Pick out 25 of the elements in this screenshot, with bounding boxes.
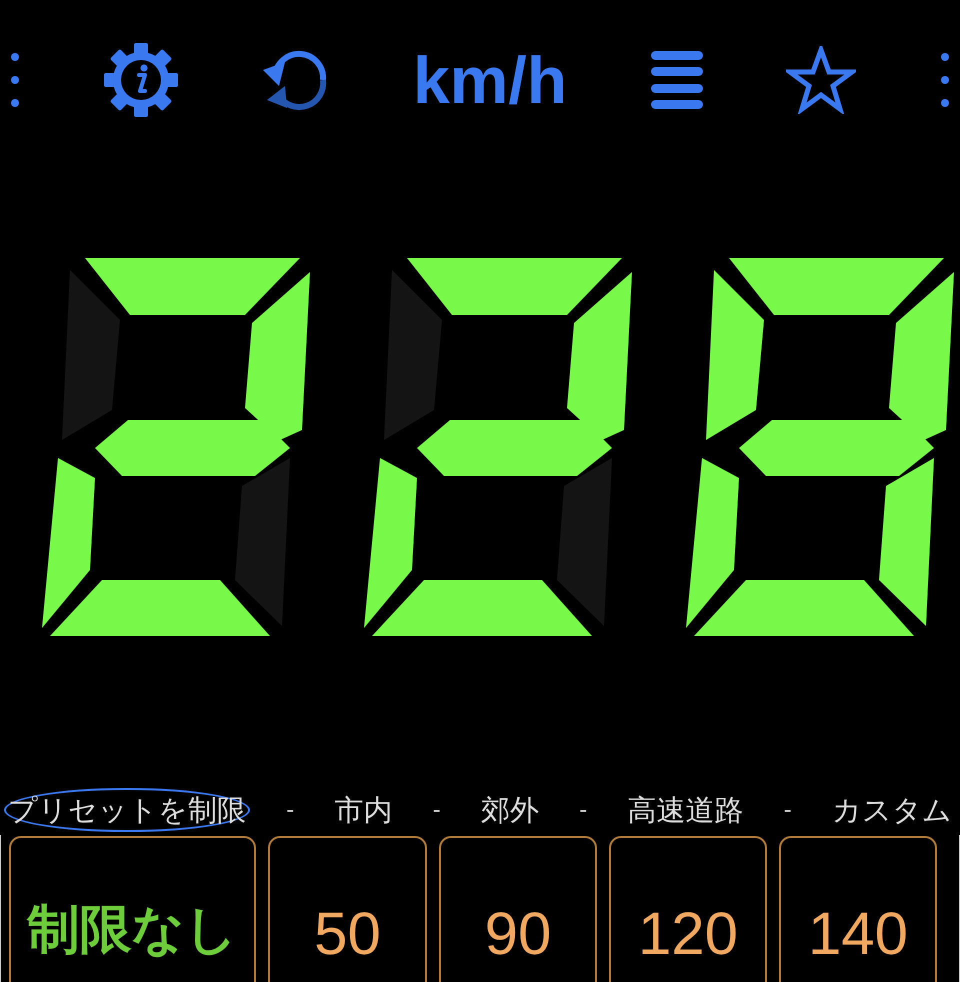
limit-value: 90: [484, 900, 552, 967]
unit-label[interactable]: km/h: [412, 47, 568, 113]
speed-limit-card[interactable]: 140: [779, 836, 937, 982]
menu-icon[interactable]: [650, 51, 703, 109]
speed-limit-card[interactable]: 90: [439, 836, 597, 982]
preset-tab[interactable]: 高速道路: [623, 788, 748, 832]
limit-value: 50: [314, 900, 381, 967]
speed-limit-card[interactable]: 制限なし: [9, 836, 256, 982]
preset-tab[interactable]: プリセットを制限: [4, 788, 250, 832]
tab-separator: -: [784, 796, 792, 824]
limit-value: 制限なし: [28, 901, 238, 959]
limit-value: 120: [638, 900, 738, 967]
tab-separator: -: [432, 796, 441, 824]
preset-tab[interactable]: カスタム: [828, 788, 956, 832]
more-icon[interactable]: [10, 52, 20, 108]
speed-limit-card[interactable]: 50: [268, 836, 427, 982]
more-icon[interactable]: [940, 52, 950, 108]
limit-value: 140: [808, 900, 908, 967]
speed-limit-card[interactable]: 120: [609, 836, 767, 982]
tab-separator: -: [579, 796, 588, 824]
info-gear-icon[interactable]: [104, 43, 178, 117]
tab-separator: -: [286, 796, 294, 824]
preset-tab[interactable]: 郊外: [476, 788, 543, 832]
preset-tab[interactable]: 市内: [330, 788, 396, 832]
star-icon[interactable]: [786, 46, 856, 114]
